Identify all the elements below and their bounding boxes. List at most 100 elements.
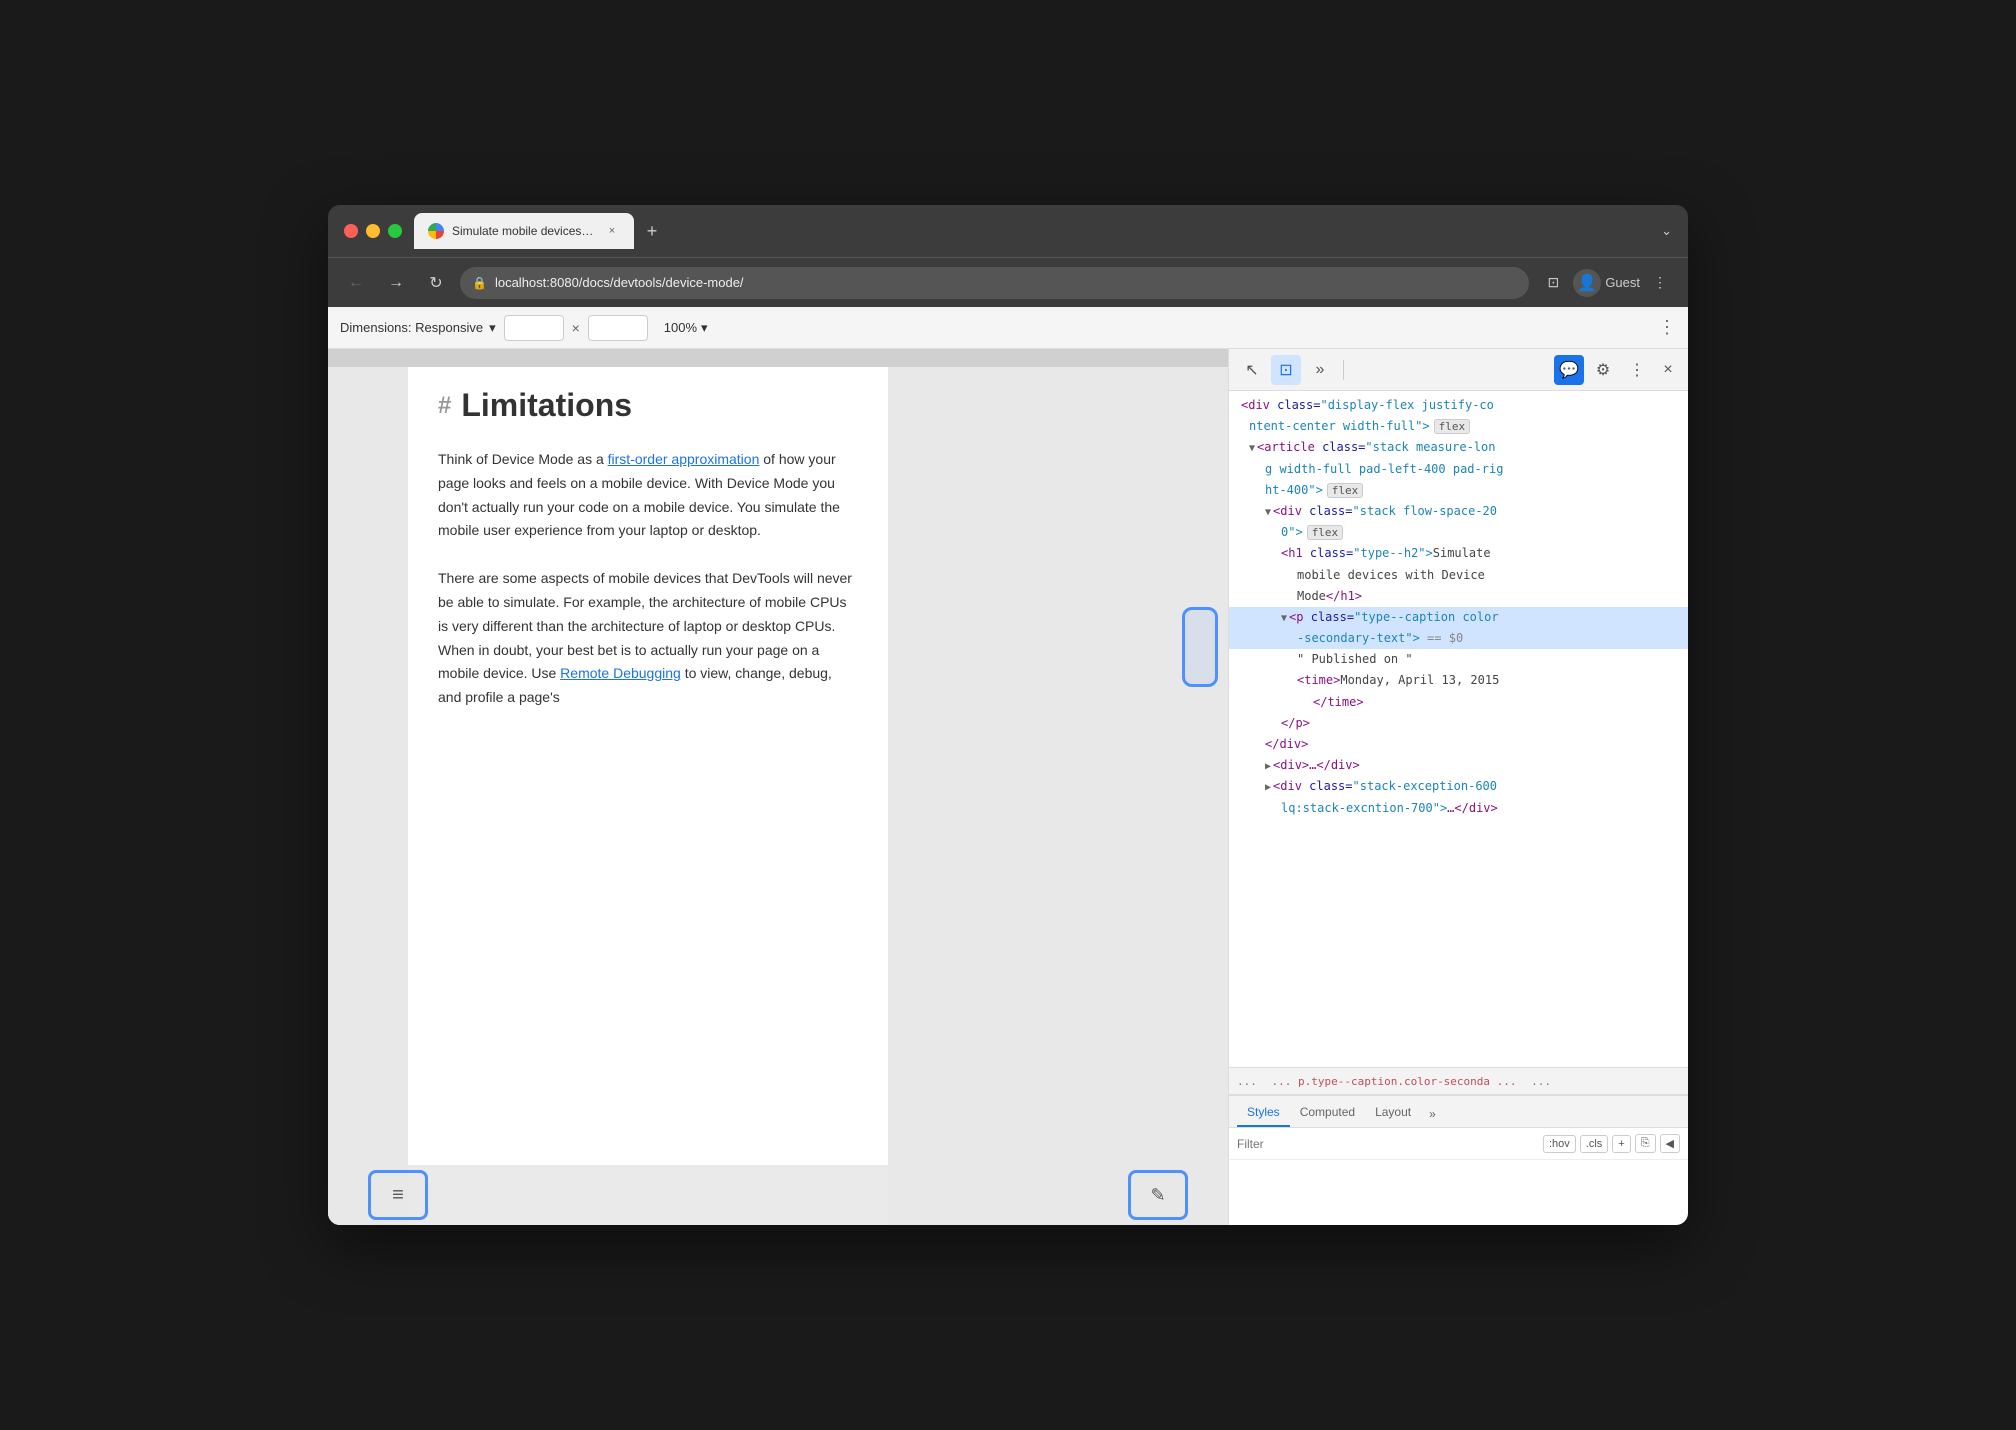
settings-button[interactable]: ⚙ [1588,355,1618,385]
tree-line-5[interactable]: ▼<div class="stack flow-space-20 [1229,501,1688,522]
tree-line-8[interactable]: mobile devices with Device [1229,565,1688,586]
more-options-button[interactable]: ⋮ [1644,267,1676,299]
width-input[interactable]: 480 [504,315,564,341]
tree-line-17[interactable]: ▶<div>…</div> [1229,755,1688,776]
devtools-breadcrumb: ... ... p.type--caption.color-seconda ..… [1229,1067,1688,1095]
page-viewport: # Limitations Think of Device Mode as a … [328,349,1228,1225]
zoom-label: 100% [664,320,697,335]
devtools-toolbar: ↖ ⊡ » 💬 ⚙ ⋮ × [1229,349,1688,391]
bottom-touch-icons: ≡ ✎ [328,1165,1228,1225]
tab-styles[interactable]: Styles [1237,1099,1290,1127]
breadcrumb-selected[interactable]: ... p.type--caption.color-seconda ... [1272,1075,1517,1088]
dimensions-dropdown[interactable]: Dimensions: Responsive ▾ [340,320,496,336]
first-order-link[interactable]: first-order approximation [608,451,760,467]
device-bar-more-button[interactable]: ⋮ [1658,317,1676,338]
tree-line-13[interactable]: <time>Monday, April 13, 2015 [1229,670,1688,691]
html-tree: <div class="display-flex justify-co nten… [1229,391,1688,1067]
tab-close-button[interactable]: × [604,223,620,239]
heading-text: Limitations [461,387,632,424]
breadcrumb-ellipsis-1: ... [1237,1075,1257,1088]
profile-icon: 👤 [1577,273,1597,293]
lock-icon: 🔒 [472,276,487,290]
tree-line-9[interactable]: Mode</h1> [1229,586,1688,607]
tree-line-16[interactable]: </div> [1229,734,1688,755]
add-style-button[interactable]: + [1612,1135,1630,1153]
tree-line-4[interactable]: ht-400">flex [1229,480,1688,501]
zoom-chevron-icon: ▾ [701,320,708,336]
maximize-window-button[interactable] [388,224,402,238]
new-tab-button[interactable]: + [638,217,666,245]
nav-bar: ← → ↻ 🔒 localhost:8080/docs/devtools/dev… [328,257,1688,307]
inspect-element-button[interactable]: ↖ [1237,355,1267,385]
page-content-wrapper: # Limitations Think of Device Mode as a … [328,367,1228,1225]
address-text: localhost:8080/docs/devtools/device-mode… [495,275,744,290]
remote-debugging-link[interactable]: Remote Debugging [560,665,681,681]
tree-line-15[interactable]: </p> [1229,713,1688,734]
main-area: # Limitations Think of Device Mode as a … [328,349,1688,1225]
page-frame: # Limitations Think of Device Mode as a … [408,367,888,1225]
back-button[interactable]: ← [340,267,372,299]
sidebar-style-button[interactable]: ◀ [1660,1134,1680,1153]
device-mode-bar: Dimensions: Responsive ▾ 480 × 415 100% … [328,307,1688,349]
copy-style-button[interactable]: ⎘ [1635,1134,1656,1153]
tree-line-19[interactable]: lq:stack-excntion-700">…</div> [1229,798,1688,819]
tab-bar: Simulate mobile devices with D × + ⌄ [414,213,1672,249]
devtools-panel: ↖ ⊡ » 💬 ⚙ ⋮ × <div class="display-flex j… [1228,349,1688,1225]
page-heading: # Limitations [438,387,858,424]
tree-line-3[interactable]: g width-full pad-left-400 pad-rig [1229,459,1688,480]
bookmark-button[interactable]: ⊡ [1537,267,1569,299]
close-window-button[interactable] [344,224,358,238]
menu-icon: ≡ [392,1184,404,1207]
hover-state-button[interactable]: :hov [1543,1135,1576,1153]
more-devtools-button[interactable]: ⋮ [1622,355,1652,385]
tab-layout[interactable]: Layout [1365,1099,1421,1127]
more-panels-button[interactable]: » [1305,355,1335,385]
zoom-dropdown[interactable]: 100% ▾ [664,320,708,336]
console-button[interactable]: 💬 [1554,355,1584,385]
profile-label: Guest [1605,275,1640,290]
styles-filter-input[interactable] [1237,1137,1537,1151]
device-mode-button[interactable]: ⊡ [1271,355,1301,385]
height-input[interactable]: 415 [588,315,648,341]
breadcrumb-ellipsis-2: ... [1531,1075,1551,1088]
tree-line-11[interactable]: -secondary-text"> == $0 [1229,628,1688,649]
paragraph-1-text-before: Think of Device Mode as a [438,451,608,467]
browser-window: Simulate mobile devices with D × + ⌄ ← →… [328,205,1688,1225]
tree-line-10[interactable]: ▼<p class="type--caption color [1229,607,1688,628]
minimize-window-button[interactable] [366,224,380,238]
tree-line-6[interactable]: 0">flex [1229,522,1688,543]
scroll-handle[interactable] [1182,607,1218,687]
nav-right-controls: ⊡ 👤 Guest ⋮ [1537,267,1676,299]
tree-line-0[interactable]: <div class="display-flex justify-co [1229,395,1688,416]
refresh-button[interactable]: ↻ [420,267,452,299]
bottom-edit-icon-box[interactable]: ✎ [1128,1170,1188,1220]
dimension-separator: × [572,320,580,336]
tree-line-2[interactable]: ▼<article class="stack measure-lon [1229,437,1688,458]
styles-tabs-more[interactable]: » [1425,1101,1440,1127]
active-tab[interactable]: Simulate mobile devices with D × [414,213,634,249]
dimensions-chevron-icon: ▾ [489,320,496,336]
tree-line-7[interactable]: <h1 class="type--h2">Simulate [1229,543,1688,564]
forward-button[interactable]: → [380,267,412,299]
styles-tabs: Styles Computed Layout » [1229,1096,1688,1128]
tree-line-18[interactable]: ▶<div class="stack-exception-600 [1229,776,1688,797]
page-sidebar-left [328,367,408,1225]
tab-dropdown-button[interactable]: ⌄ [1661,223,1672,239]
paragraph-2: There are some aspects of mobile devices… [438,567,858,710]
filter-buttons: :hov .cls + ⎘ ◀ [1543,1134,1680,1153]
paragraph-1: Think of Device Mode as a first-order ap… [438,448,858,543]
tab-computed[interactable]: Computed [1290,1099,1365,1127]
profile-button[interactable]: 👤 [1573,269,1601,297]
toolbar-separator [1343,360,1344,380]
close-devtools-button[interactable]: × [1656,358,1680,382]
dimensions-label: Dimensions: Responsive [340,320,483,335]
page-sidebar-right [888,367,1228,1225]
address-bar[interactable]: 🔒 localhost:8080/docs/devtools/device-mo… [460,267,1529,299]
class-toggle-button[interactable]: .cls [1580,1135,1609,1153]
tree-line-14[interactable]: </time> [1229,692,1688,713]
traffic-lights [344,224,402,238]
tree-line-12[interactable]: " Published on " [1229,649,1688,670]
tree-line-1[interactable]: ntent-center width-full">flex [1229,416,1688,437]
title-bar: Simulate mobile devices with D × + ⌄ [328,205,1688,257]
bottom-menu-icon-box[interactable]: ≡ [368,1170,428,1220]
